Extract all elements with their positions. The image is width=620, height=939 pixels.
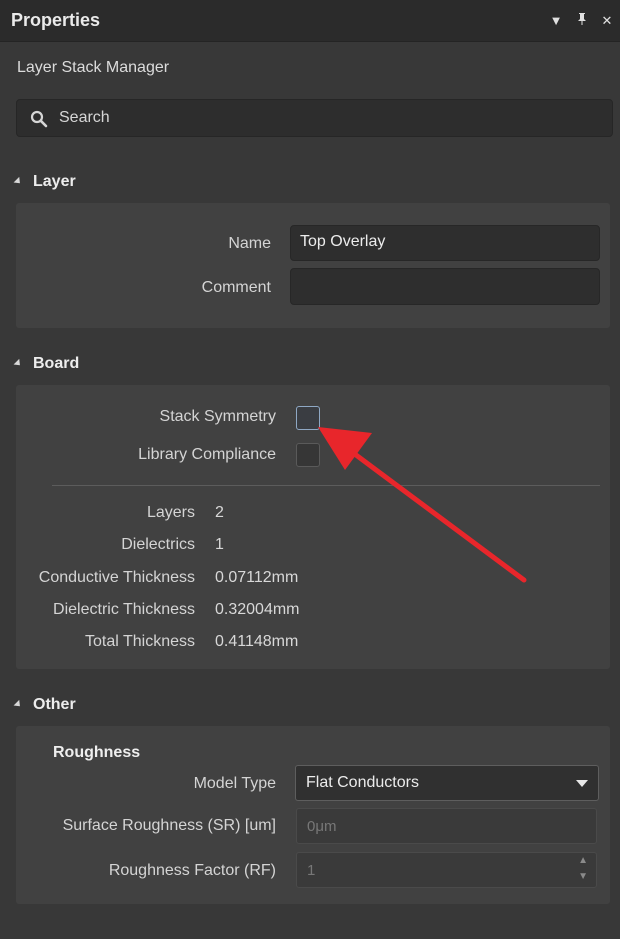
section-layer-header[interactable]: Layer	[13, 173, 76, 191]
chevron-down-icon	[576, 780, 588, 787]
dropdown-icon[interactable]: ▼	[548, 12, 564, 30]
panel-subtitle: Layer Stack Manager	[17, 59, 170, 76]
stat-label: Dielectrics	[121, 536, 195, 553]
comment-field[interactable]	[290, 268, 600, 305]
search-input[interactable]: Search	[16, 99, 613, 137]
name-field[interactable]: Top Overlay	[290, 225, 600, 261]
panel-title: Properties	[11, 10, 101, 30]
stat-value: 0.32004mm	[215, 601, 300, 618]
name-value: Top Overlay	[300, 233, 386, 250]
roughness-factor-field[interactable]: 1 ▲ ▼	[296, 852, 597, 888]
properties-titlebar: Properties ▼ ✕	[0, 0, 620, 42]
search-icon	[30, 110, 48, 133]
surface-roughness-field[interactable]: 0μm	[296, 808, 597, 844]
stat-label: Conductive Thickness	[38, 569, 195, 586]
spin-down-icon[interactable]: ▼	[578, 871, 588, 882]
stat-value: 2	[215, 504, 224, 521]
collapse-triangle-icon	[13, 177, 23, 187]
stat-value: 0.41148mm	[215, 633, 299, 650]
surface-roughness-label: Surface Roughness (SR) [um]	[62, 817, 276, 834]
stat-value: 1	[215, 536, 224, 553]
model-type-dropdown[interactable]: Flat Conductors	[295, 765, 599, 801]
library-compliance-checkbox[interactable]	[296, 443, 320, 467]
roughness-title: Roughness	[53, 744, 141, 761]
roughness-factor-value: 1	[307, 862, 316, 879]
spin-up-icon[interactable]: ▲	[578, 855, 588, 866]
stat-label: Dielectric Thickness	[53, 601, 195, 618]
collapse-triangle-icon	[13, 700, 23, 710]
close-icon[interactable]: ✕	[599, 12, 615, 30]
surface-roughness-value: 0μm	[307, 818, 337, 835]
library-compliance-label: Library Compliance	[138, 446, 276, 463]
roughness-factor-label: Roughness Factor (RF)	[108, 862, 276, 879]
section-board-header[interactable]: Board	[13, 355, 79, 373]
comment-label: Comment	[201, 279, 271, 296]
stat-label: Layers	[146, 504, 195, 521]
model-type-value: Flat Conductors	[306, 774, 419, 791]
stat-label: Total Thickness	[85, 633, 195, 650]
pin-icon[interactable]	[574, 12, 590, 30]
layer-panel: Name Top Overlay Comment	[16, 203, 610, 328]
model-type-label: Model Type	[193, 775, 276, 792]
board-divider	[52, 485, 600, 486]
search-placeholder: Search	[59, 109, 110, 126]
section-other-header[interactable]: Other	[13, 696, 76, 714]
stack-symmetry-checkbox[interactable]	[296, 406, 320, 430]
collapse-triangle-icon	[13, 359, 23, 369]
stat-value: 0.07112mm	[215, 569, 299, 586]
name-label: Name	[228, 235, 271, 252]
stack-symmetry-label: Stack Symmetry	[159, 408, 276, 425]
